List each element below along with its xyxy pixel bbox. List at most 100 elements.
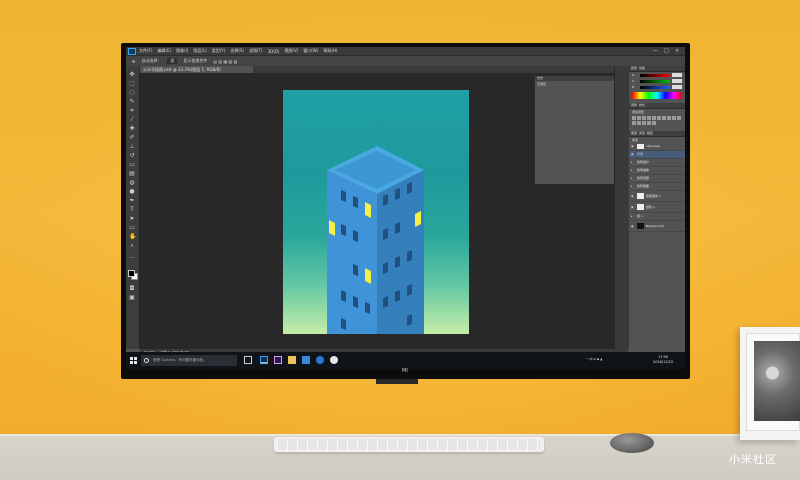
color-slider-r[interactable]: R xyxy=(632,73,682,78)
menu-3d[interactable]: 3D(D) xyxy=(268,49,280,54)
wechat-icon[interactable] xyxy=(330,356,338,364)
threshold-icon[interactable] xyxy=(642,121,646,125)
slider-value-field[interactable] xyxy=(672,85,682,89)
blur-tool-icon[interactable]: ◍ xyxy=(129,180,135,186)
menu-select[interactable]: 选择(S) xyxy=(230,48,244,54)
slider-track[interactable] xyxy=(640,74,670,77)
history-panel[interactable]: 历史 无题色 xyxy=(534,75,620,185)
tab-layers[interactable]: 图层 xyxy=(631,131,637,135)
move-tool-icon[interactable]: ✥ xyxy=(129,72,135,78)
foreground-color-swatch[interactable] xyxy=(128,270,135,277)
color-spectrum[interactable] xyxy=(632,92,682,99)
eye-icon[interactable]: ◉ xyxy=(631,202,634,212)
menu-layer[interactable]: 图层(L) xyxy=(193,48,206,54)
hand-tool-icon[interactable]: ✋ xyxy=(129,234,136,240)
type-tool-icon[interactable]: T xyxy=(129,207,135,213)
quick-select-icon[interactable]: ✎ xyxy=(129,99,135,105)
tab-swatches[interactable]: 色板 xyxy=(639,66,645,70)
folder-icon[interactable]: ▸ xyxy=(631,183,633,190)
color-slider-g[interactable]: G xyxy=(632,79,682,84)
menu-type[interactable]: 类型(Y) xyxy=(212,48,226,54)
tab-adjustments[interactable]: 调整 xyxy=(631,103,637,107)
file-explorer-icon[interactable] xyxy=(288,356,296,364)
healing-brush-icon[interactable]: ✚ xyxy=(129,126,135,132)
brightness-icon[interactable] xyxy=(632,116,636,120)
layer-row-selected[interactable]: ◉ 灯光 xyxy=(629,151,685,159)
slider-value-field[interactable] xyxy=(672,79,682,83)
selective-color-icon[interactable] xyxy=(652,121,656,125)
menu-view[interactable]: 视图(V) xyxy=(284,48,298,54)
auto-select-checkbox[interactable]: 自动选择： xyxy=(141,58,161,64)
shape-tool-icon[interactable]: ▭ xyxy=(129,225,135,231)
document-tab[interactable]: 公众号插图.psd @ 33.3%(图层 1, RGB/8) xyxy=(140,66,253,73)
taskbar-clock[interactable]: 17:00 2016/12/22 xyxy=(653,355,673,365)
invert-icon[interactable] xyxy=(632,121,636,125)
curves-icon[interactable] xyxy=(642,116,646,120)
vibrance-icon[interactable] xyxy=(652,116,656,120)
color-panel-tabs[interactable]: 颜色 色板 xyxy=(629,66,685,72)
system-tray[interactable]: ^ 中 ⊕ ◆ ▲ xyxy=(586,357,602,361)
quick-mask-icon[interactable]: ◘ xyxy=(129,286,135,292)
folder-icon[interactable]: ▸ xyxy=(631,213,633,220)
levels-icon[interactable] xyxy=(637,116,641,120)
eye-icon[interactable]: ◉ xyxy=(631,143,634,150)
canvas-area[interactable]: 历史 无题色 xyxy=(140,73,628,349)
eyedropper-icon[interactable]: ⁄ xyxy=(129,117,135,123)
maximize-icon[interactable]: □ xyxy=(664,48,669,54)
folder-icon[interactable]: ▸ xyxy=(631,159,633,166)
eye-icon[interactable]: ◉ xyxy=(631,191,634,201)
folder-icon[interactable]: ▸ xyxy=(631,167,633,174)
layer-row[interactable]: ▸ 建筑侧面 xyxy=(629,183,685,191)
zoom-tool-icon[interactable]: ⌕ xyxy=(129,243,135,249)
edge-icon[interactable] xyxy=(316,356,324,364)
move-tool-icon[interactable]: ✥ xyxy=(132,59,135,64)
premiere-taskbar-icon[interactable] xyxy=(274,356,282,364)
stamp-tool-icon[interactable]: ⊥ xyxy=(129,144,135,150)
menu-window[interactable]: 窗口(W) xyxy=(303,48,318,54)
tab-styles[interactable]: 样式 xyxy=(639,103,645,107)
posterize-icon[interactable] xyxy=(637,121,641,125)
menu-filter[interactable]: 滤镜(T) xyxy=(249,48,263,54)
brush-tool-icon[interactable]: ✐ xyxy=(129,135,135,141)
screen-mode-icon[interactable]: ▣ xyxy=(129,295,135,301)
layer-row[interactable]: ▸ 建筑顶部 xyxy=(629,175,685,183)
exposure-icon[interactable] xyxy=(647,116,651,120)
layer-row[interactable]: ◉ 颜色 1 xyxy=(629,202,685,213)
history-item[interactable]: 无题色 xyxy=(535,81,619,87)
close-icon[interactable]: × xyxy=(675,48,679,54)
color-balance-icon[interactable] xyxy=(662,116,666,120)
layer-row[interactable]: ▸ 建筑窗户 xyxy=(629,159,685,167)
path-select-icon[interactable]: ➤ xyxy=(129,216,135,222)
minimize-icon[interactable]: — xyxy=(653,48,658,54)
layer-row[interactable]: ▸ 组 1 xyxy=(629,213,685,221)
eye-icon[interactable]: ◉ xyxy=(631,151,634,158)
menu-file[interactable]: 文件(F) xyxy=(139,48,152,54)
windows-start-icon[interactable] xyxy=(130,357,137,364)
auto-select-dropdown[interactable]: 组 xyxy=(167,58,178,64)
lasso-tool-icon[interactable]: ◌ xyxy=(129,90,135,96)
color-slider-b[interactable]: B xyxy=(632,85,682,90)
gradient-tool-icon[interactable]: ▤ xyxy=(129,171,135,177)
tab-paths[interactable]: 路径 xyxy=(647,131,653,135)
adjustment-icons[interactable] xyxy=(629,115,685,127)
tab-channels[interactable]: 通道 xyxy=(639,131,645,135)
menu-image[interactable]: 图像(I) xyxy=(176,48,188,54)
layer-row[interactable]: ◉ 渐变填充 1 xyxy=(629,191,685,202)
gradient-map-icon[interactable] xyxy=(647,121,651,125)
cortana-search-box[interactable]: 我是 Cortana。有问题尽管问我。 xyxy=(141,355,237,366)
layer-row[interactable]: ◉ cityscape xyxy=(629,143,685,151)
channel-mixer-icon[interactable] xyxy=(677,116,681,120)
menu-edit[interactable]: 编辑(E) xyxy=(157,48,171,54)
history-brush-icon[interactable]: ↺ xyxy=(129,153,135,159)
pen-tool-icon[interactable]: ✒ xyxy=(129,198,135,204)
eye-icon[interactable]: ◉ xyxy=(631,221,634,231)
eraser-tool-icon[interactable]: ▭ xyxy=(129,162,135,168)
menu-help[interactable]: 帮助(H) xyxy=(323,48,337,54)
hue-icon[interactable] xyxy=(657,116,661,120)
tab-color[interactable]: 颜色 xyxy=(631,66,637,70)
marquee-tool-icon[interactable]: ⬚ xyxy=(129,81,135,87)
bw-icon[interactable] xyxy=(667,116,671,120)
slider-value-field[interactable] xyxy=(672,73,682,77)
align-icons[interactable]: ▤ ▥ ▦ ▧ ▨ xyxy=(213,59,237,64)
more-tools-icon[interactable]: … xyxy=(129,254,135,260)
